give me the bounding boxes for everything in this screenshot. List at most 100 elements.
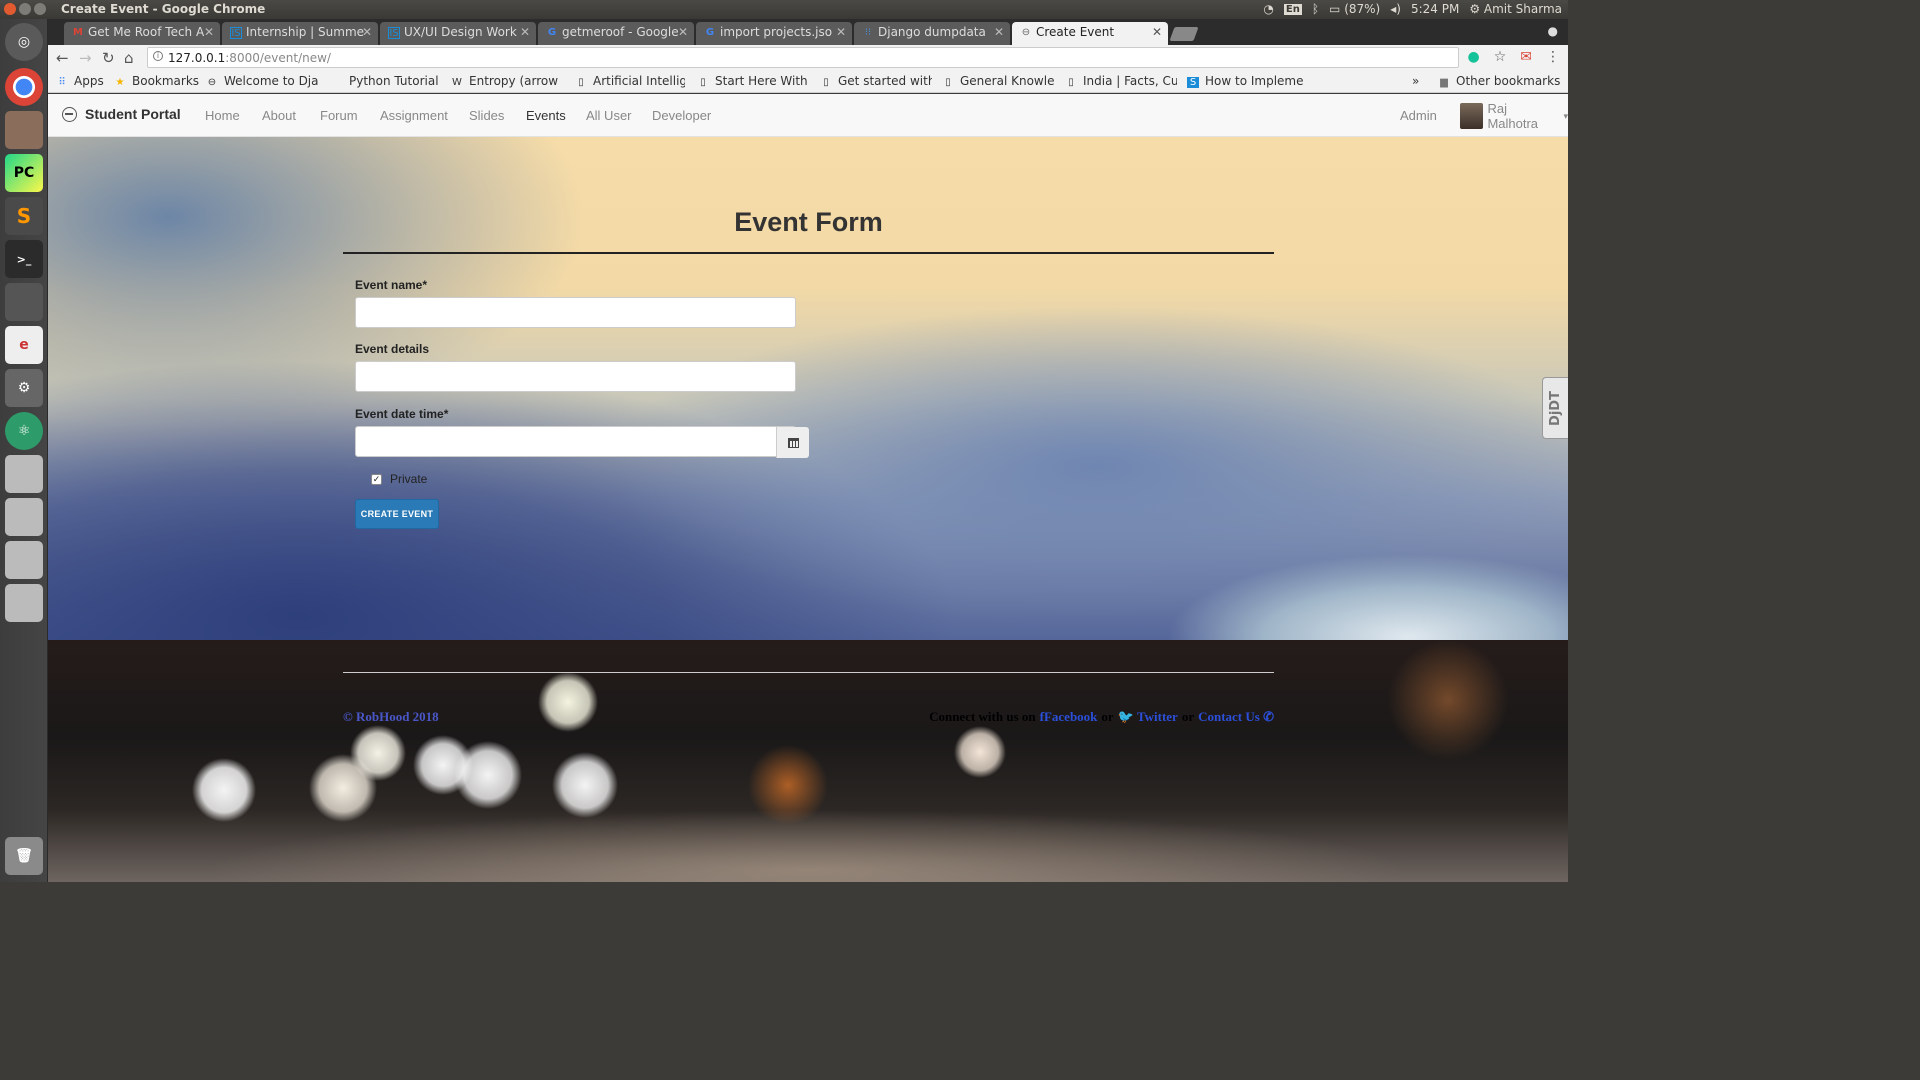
browser-tab[interactable]: IS Internship | Summe ✕ <box>222 22 378 45</box>
private-checkbox[interactable]: ✓ <box>371 473 382 485</box>
nav-about[interactable]: About <box>262 108 296 123</box>
nav-all-user[interactable]: All User <box>586 108 632 123</box>
facebook-label: Facebook <box>1043 709 1098 724</box>
internshala-icon: IS <box>388 27 400 39</box>
chrome-icon[interactable] <box>5 68 43 106</box>
workspace-switcher-icon[interactable] <box>5 283 43 321</box>
bookmark-item[interactable]: ▯ General Knowlec <box>942 74 1054 88</box>
reload-icon[interactable]: ↻ <box>102 49 115 67</box>
user-menu[interactable]: Raj Malhotra ▾ <box>1460 101 1568 131</box>
event-datetime-input[interactable] <box>355 426 809 458</box>
contact-us-link[interactable]: Contact Us ✆ <box>1198 709 1274 725</box>
bluetooth-icon[interactable]: ᛒ <box>1312 2 1319 16</box>
browser-tab[interactable]: M Get Me Roof Tech A ✕ <box>64 22 220 45</box>
apps-icon: ⠿ <box>58 77 66 88</box>
atom-icon[interactable]: ⚛ <box>5 412 43 450</box>
session-menu[interactable]: ⚙ Amit Sharma <box>1469 2 1562 16</box>
browser-tab[interactable]: ⁝⁝ Django dumpdata ✕ <box>854 22 1010 45</box>
terminal-icon[interactable]: >_ <box>5 240 43 278</box>
bookmark-item[interactable]: Python Tutorial: <box>331 74 439 88</box>
profile-icon[interactable]: ● <box>1548 24 1558 38</box>
django-debug-toolbar-handle[interactable]: DjDT <box>1542 377 1568 439</box>
nav-assignment[interactable]: Assignment <box>380 108 448 123</box>
forward-icon[interactable]: → <box>79 49 92 67</box>
drive-icon[interactable] <box>5 541 43 579</box>
window-controls <box>4 3 46 15</box>
wifi-icon[interactable]: ◔ <box>1263 2 1273 16</box>
site-info-icon[interactable]: i <box>153 51 163 61</box>
close-icon[interactable]: ✕ <box>1152 25 1162 39</box>
drive-icon[interactable] <box>5 455 43 493</box>
clock[interactable]: 5:24 PM <box>1411 2 1459 16</box>
bookmark-item[interactable]: W Entropy (arrow <box>451 74 564 88</box>
twitter-link[interactable]: 🐦 Twitter <box>1118 709 1178 725</box>
brand[interactable]: Student Portal <box>62 106 181 122</box>
other-bookmarks-folder[interactable]: ▆ Other bookmarks <box>1438 74 1560 88</box>
bookmark-item[interactable]: ▯ Start Here With <box>697 74 807 88</box>
close-icon[interactable]: ✕ <box>520 25 530 39</box>
ubuntu-dash-icon[interactable]: ◎ <box>5 23 43 61</box>
event-name-input[interactable] <box>355 297 796 328</box>
address-bar[interactable]: i 127.0.0.1:8000/event/new/ <box>147 47 1459 68</box>
site-logo-icon <box>62 106 77 122</box>
drive-icon[interactable] <box>5 584 43 622</box>
nav-developer[interactable]: Developer <box>652 108 711 123</box>
keyboard-layout-indicator[interactable]: En <box>1283 3 1302 15</box>
event-name-label: Event name* <box>355 278 428 292</box>
nav-events[interactable]: Events <box>526 108 566 123</box>
browser-tab[interactable]: Gimport projects.jso ✕ <box>696 22 852 45</box>
system-settings-icon[interactable]: ⚙ <box>5 369 43 407</box>
drive-icon[interactable] <box>5 498 43 536</box>
caret-down-icon: ▾ <box>1563 110 1568 121</box>
back-icon[interactable]: ← <box>56 49 69 67</box>
close-icon[interactable]: ✕ <box>994 25 1004 39</box>
stackoverflow-icon: ⁝⁝ <box>864 27 872 38</box>
gmail-notifier-icon[interactable]: ✉ <box>1520 49 1532 65</box>
close-icon[interactable]: ✕ <box>678 25 688 39</box>
menu-icon[interactable]: ⋮ <box>1546 49 1560 65</box>
nav-home[interactable]: Home <box>205 108 240 123</box>
create-event-button[interactable]: CREATE EVENT <box>355 499 439 529</box>
launcher: ◎ PC S >_ e ⚙ ⚛ 🗑 <box>0 19 48 882</box>
new-tab-button[interactable] <box>1169 27 1199 41</box>
nav-slides[interactable]: Slides <box>469 108 504 123</box>
more-bookmarks-button[interactable]: » <box>1412 74 1419 88</box>
bookmark-label: How to Impleme <box>1205 74 1304 88</box>
grammarly-extension-icon[interactable]: ● <box>1467 49 1479 65</box>
browser-tab[interactable]: Ggetmeroof - Google ✕ <box>538 22 694 45</box>
bookmark-item[interactable]: ▯ Get started with <box>820 74 932 88</box>
close-icon[interactable]: ✕ <box>362 25 372 39</box>
maximize-window-button[interactable] <box>34 3 46 15</box>
bookmark-item[interactable]: ⠿ Apps <box>56 74 103 88</box>
bookmark-item[interactable]: S How to Impleme <box>1187 74 1309 88</box>
minimize-window-button[interactable] <box>19 3 31 15</box>
nav-forum[interactable]: Forum <box>320 108 358 123</box>
sublime-text-icon[interactable]: S <box>5 197 43 235</box>
browser-tab[interactable]: IS UX/UI Design Work ✕ <box>380 22 536 45</box>
page-icon: S <box>1187 77 1199 88</box>
event-details-input[interactable] <box>355 361 796 392</box>
close-icon[interactable]: ✕ <box>204 25 214 39</box>
close-window-button[interactable] <box>4 3 16 15</box>
bookmark-item[interactable]: ▯ India | Facts, Cul <box>1065 74 1177 88</box>
volume-icon[interactable]: ◂) <box>1390 2 1401 16</box>
home-icon[interactable]: ⌂ <box>124 49 134 67</box>
trash-icon[interactable]: 🗑 <box>5 837 43 875</box>
battery-indicator[interactable]: ▭ (87%) <box>1329 2 1380 16</box>
facebook-link[interactable]: fFacebook <box>1040 709 1098 725</box>
gear-icon: ⚙ <box>1469 2 1481 16</box>
file-manager-icon[interactable] <box>5 111 43 149</box>
bookmark-item[interactable]: ⊖ Welcome to Dja <box>206 74 321 88</box>
page-icon: ▯ <box>1068 77 1074 88</box>
bookmark-star-icon[interactable]: ☆ <box>1494 49 1507 65</box>
pycharm-icon[interactable]: PC <box>5 154 43 192</box>
nav-admin[interactable]: Admin <box>1400 108 1437 123</box>
text-editor-icon[interactable]: e <box>5 326 43 364</box>
datetime-picker-button[interactable] <box>776 427 809 458</box>
bookmark-item[interactable]: ▯ Artificial Intellig <box>575 74 685 88</box>
bookmark-label: Entropy (arrow <box>469 74 559 88</box>
page-icon: ▯ <box>823 77 829 88</box>
bookmark-item[interactable]: ★ Bookmarks <box>114 74 200 88</box>
browser-tab-active[interactable]: ⊖ Create Event ✕ <box>1012 22 1168 45</box>
close-icon[interactable]: ✕ <box>836 25 846 39</box>
